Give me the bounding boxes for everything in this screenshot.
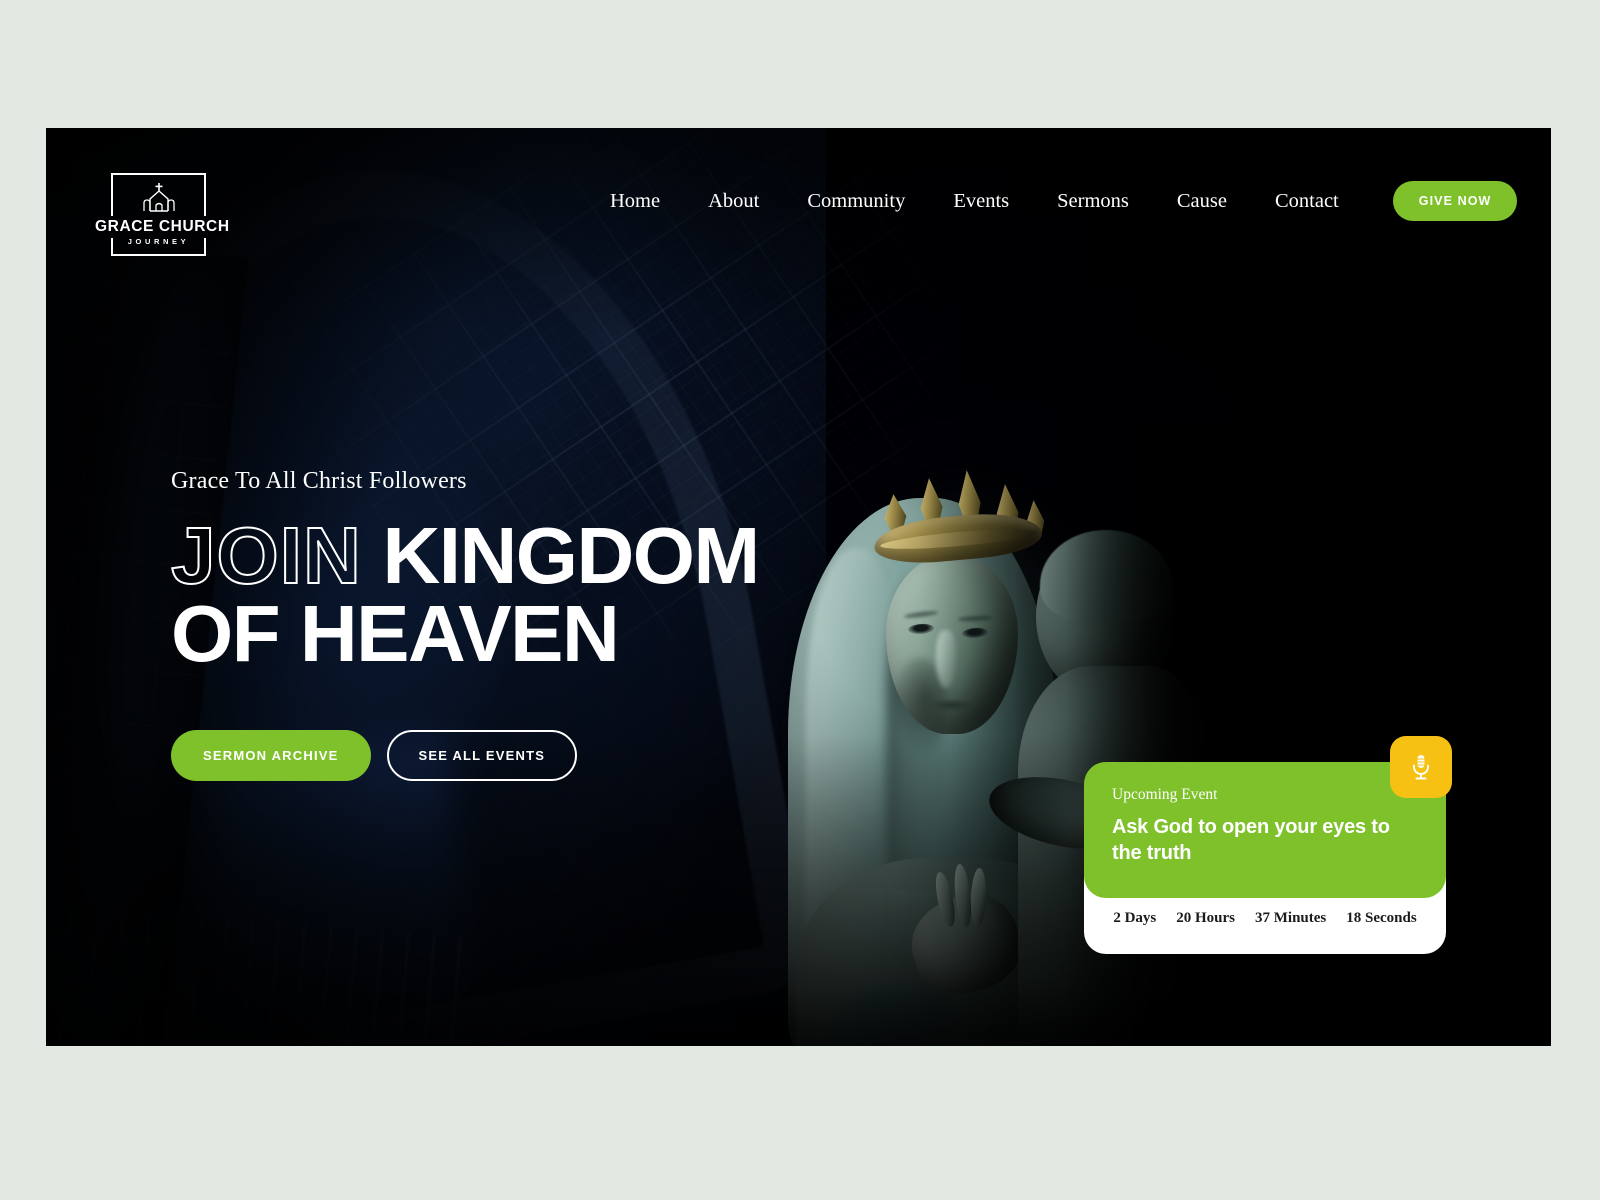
event-countdown: 2 Days 20 Hours 37 Minutes 18 Seconds <box>1084 910 1446 927</box>
site-logo[interactable]: GRACE CHURCH JOURNEY <box>95 173 229 256</box>
microphone-icon[interactable] <box>1390 736 1452 798</box>
headline-word-solid: KINGDOM <box>382 511 760 600</box>
nav-item-contact[interactable]: Contact <box>1251 184 1363 219</box>
hero-section: GRACE CHURCH JOURNEY Home About Communit… <box>46 128 1551 1046</box>
countdown-seconds: 18 Seconds <box>1346 910 1417 926</box>
sermon-archive-button[interactable]: SERMON ARCHIVE <box>171 729 371 781</box>
nav-item-home[interactable]: Home <box>586 184 684 219</box>
hero-content: Grace To All Christ Followers JOIN KINGD… <box>170 468 891 781</box>
event-card-title: Ask God to open your eyes to the truth <box>1112 816 1390 864</box>
hero-headline: JOIN KINGDOM OF HEAVEN <box>170 515 891 674</box>
headline-line-two: OF HEAVEN <box>171 589 620 679</box>
nav-item-cause[interactable]: Cause <box>1153 184 1251 219</box>
hero-actions: SERMON ARCHIVE SEE ALL EVENTS <box>171 729 891 781</box>
event-card-label: Upcoming Event <box>1112 786 1218 803</box>
hero-eyebrow: Grace To All Christ Followers <box>171 468 467 494</box>
upcoming-event-card: Upcoming Event Ask God to open your eyes… <box>1084 736 1452 954</box>
give-now-button[interactable]: GIVE NOW <box>1392 181 1518 221</box>
nav-item-sermons[interactable]: Sermons <box>1033 184 1153 219</box>
see-all-events-button[interactable]: SEE ALL EVENTS <box>386 729 578 781</box>
logo-wordmark: GRACE CHURCH <box>95 216 229 238</box>
main-navigation: Home About Community Events Sermons Caus… <box>586 181 1518 221</box>
countdown-minutes: 37 Minutes <box>1255 910 1327 926</box>
logo-tagline: JOURNEY <box>127 237 190 246</box>
nav-item-community[interactable]: Community <box>783 184 929 219</box>
church-cross-icon <box>139 182 179 217</box>
nav-item-about[interactable]: About <box>684 184 783 219</box>
site-header: GRACE CHURCH JOURNEY Home About Communit… <box>46 128 1551 298</box>
nav-item-events[interactable]: Events <box>929 184 1033 219</box>
countdown-hours: 20 Hours <box>1176 910 1235 926</box>
countdown-days: 2 Days <box>1113 910 1157 926</box>
headline-word-outline: JOIN <box>170 511 362 600</box>
